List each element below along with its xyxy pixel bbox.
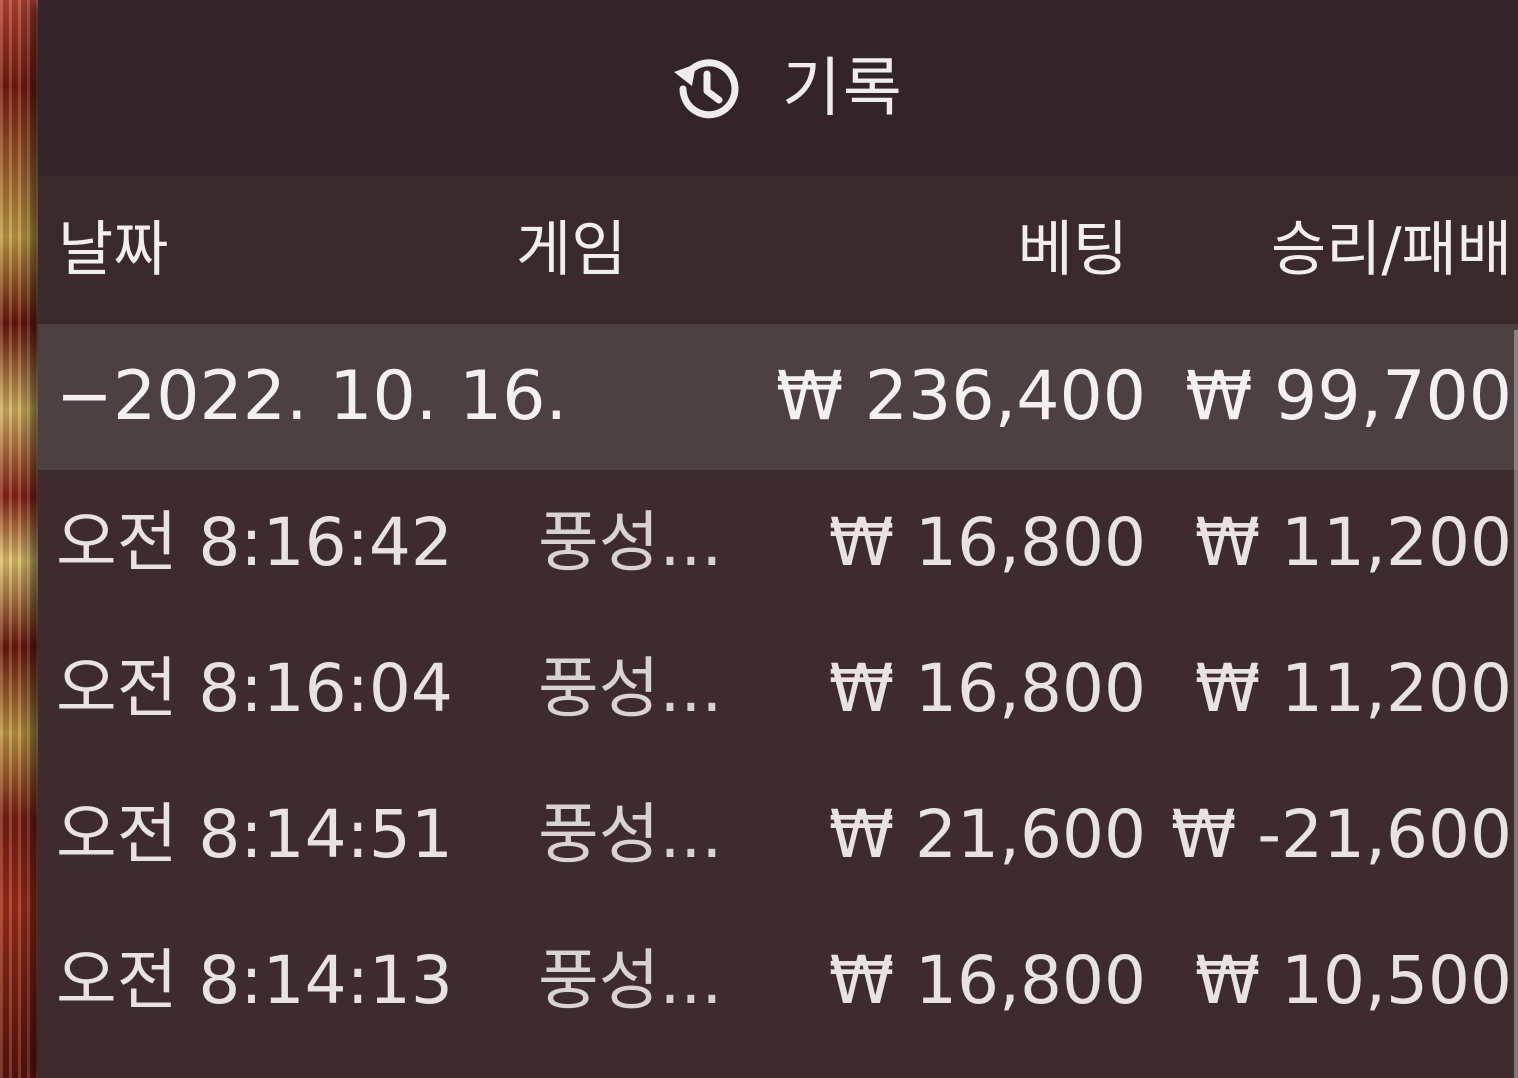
summary-date: −2022. 10. 16. [56,357,568,436]
history-panel: 기록 날짜 게임 베팅 승리/패배 −2022. 10. 16. ₩ 236,4… [38,0,1518,1078]
summary-win-loss: ₩ 99,700 [1185,357,1512,436]
row-time: 오전 8:14:51 [56,796,453,873]
history-icon [666,48,748,130]
row-bet: ₩ 21,600 [828,796,1146,873]
row-time: 오전 8:16:42 [56,504,453,581]
column-header-bet[interactable]: 베팅 [1018,210,1128,290]
row-time: 오전 8:16:04 [56,650,453,727]
summary-bet: ₩ 236,400 [775,357,1146,436]
history-screen: 기록 날짜 게임 베팅 승리/패배 −2022. 10. 16. ₩ 236,4… [0,0,1518,1078]
panel-title-group: 기록 [666,44,904,134]
table-row[interactable]: 오전 8:14:13 풍성... ₩ 16,800 ₩ 10,500 [38,908,1518,1054]
table-header: 날짜 게임 베팅 승리/패배 [38,176,1518,324]
row-game: 풍성... [538,504,723,581]
row-time: 오전 8:14:13 [56,942,453,1019]
table-row[interactable]: 오전 8:16:42 풍성... ₩ 16,800 ₩ 11,200 [38,470,1518,616]
row-bet: ₩ 16,800 [828,942,1146,1019]
row-bet: ₩ 16,800 [828,650,1146,727]
row-bet: ₩ 16,800 [828,504,1146,581]
row-win-loss: ₩ 11,200 [1194,504,1512,581]
date-summary-row[interactable]: −2022. 10. 16. ₩ 236,400 ₩ 99,700 [38,324,1518,470]
game-background [0,0,40,1078]
row-win-loss: ₩ 11,200 [1194,650,1512,727]
row-game: 풍성... [538,942,723,1019]
row-win-loss: ₩ -21,600 [1171,796,1512,873]
scrollbar[interactable] [1514,330,1518,1078]
table-row[interactable]: 오전 8:16:04 풍성... ₩ 16,800 ₩ 11,200 [38,616,1518,762]
row-game: 풍성... [538,796,723,873]
table-row[interactable]: 오전 8:14:51 풍성... ₩ 21,600 ₩ -21,600 [38,762,1518,908]
column-header-game[interactable]: 게임 [516,210,626,290]
column-header-date[interactable]: 날짜 [58,210,168,290]
panel-header: 기록 [38,0,1518,176]
column-header-win-loss[interactable]: 승리/패배 [1271,210,1512,290]
row-win-loss: ₩ 10,500 [1194,942,1512,1019]
panel-title: 기록 [782,52,904,126]
row-game: 풍성... [538,650,723,727]
